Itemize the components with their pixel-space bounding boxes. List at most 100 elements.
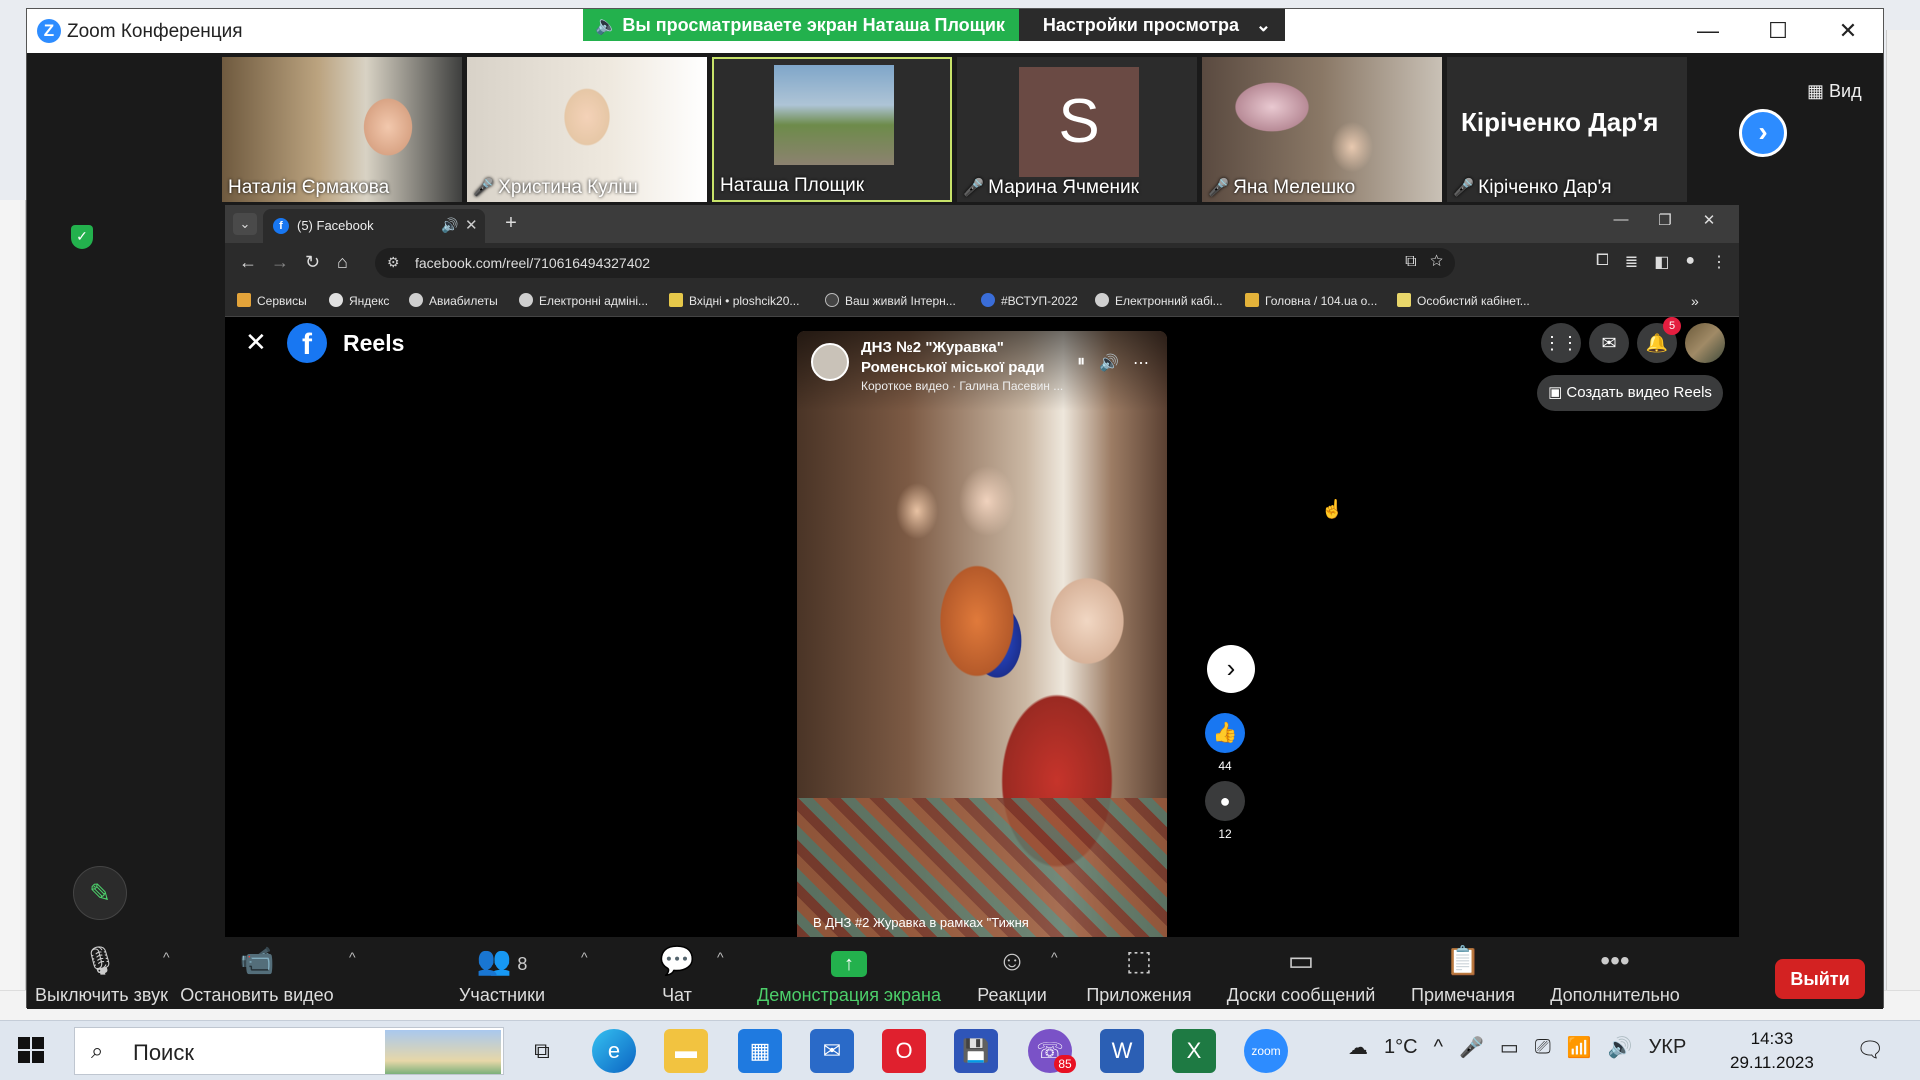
reactions-button[interactable]: ☺ Реакции (967, 945, 1057, 1006)
viber-icon[interactable]: ☏ 85 (1028, 1029, 1076, 1073)
reel-author-avatar[interactable] (811, 343, 849, 381)
annotate-pencil-button[interactable]: ✎ (73, 866, 127, 920)
messenger-icon[interactable]: ✉ (1589, 323, 1629, 363)
profile-avatar-icon[interactable]: ● (1685, 252, 1695, 272)
participant-tile[interactable]: Кіріченко Дар'я 🎤 Кіріченко Дар'я (1447, 57, 1687, 202)
chat-button[interactable]: 💬 Чат (647, 945, 707, 1006)
facebook-logo-icon[interactable]: f (287, 323, 327, 363)
zoom-app-icon[interactable]: zoom (1244, 1029, 1288, 1073)
view-button[interactable]: ▦ Вид (1807, 81, 1862, 102)
tab-close-icon[interactable]: ✕ (465, 216, 478, 234)
browser-tab[interactable]: f (5) Facebook 🔊 ✕ (263, 209, 485, 243)
address-bar[interactable]: ⚙ facebook.com/reel/710616494327402 ⧉ ☆ (375, 248, 1455, 278)
reel-video[interactable]: ДНЗ №2 "Журавка" Роменської міської ради… (797, 331, 1167, 938)
new-tab-icon[interactable]: + (499, 212, 523, 236)
bookmark-item[interactable]: Яндекс (329, 293, 389, 308)
participant-tile-active[interactable]: Наташа Площик (712, 57, 952, 202)
floppy-save-icon[interactable]: 💾 (954, 1029, 998, 1073)
volume-icon[interactable]: 🔊 (1099, 353, 1119, 373)
apps-button[interactable]: ⬚ Приложения (1079, 945, 1199, 1006)
windows-start-icon[interactable] (18, 1037, 44, 1063)
mute-button[interactable]: 🎙 Выключить звук (35, 945, 168, 1006)
display-icon[interactable]: ⎚ (1535, 1036, 1551, 1059)
wifi-icon[interactable]: 📶 (1567, 1035, 1592, 1060)
bookmark-item[interactable]: Вхідні • ploshcik20... (669, 293, 799, 308)
comment-button[interactable]: ● (1205, 781, 1245, 821)
opera-browser-icon[interactable]: O (882, 1029, 926, 1073)
bookmark-item[interactable]: #ВСТУП-2022 (981, 293, 1078, 308)
site-info-icon[interactable]: ⚙ (387, 254, 400, 271)
browser-minimize-icon[interactable]: — (1599, 211, 1643, 229)
bookmark-star-icon[interactable]: ☆ (1430, 253, 1443, 270)
more-button[interactable]: ••• Дополнительно (1545, 945, 1685, 1006)
close-icon[interactable]: ✕ (1813, 9, 1883, 53)
microsoft-store-icon[interactable]: ▦ (738, 1029, 782, 1073)
tab-audio-icon[interactable]: 🔊 (441, 217, 458, 234)
more-bookmarks-icon[interactable]: » (1691, 293, 1699, 309)
excel-icon[interactable]: X (1172, 1029, 1216, 1073)
bookmark-item[interactable]: Електронні адміні... (519, 293, 648, 308)
task-view-icon[interactable]: ⧉ (520, 1029, 564, 1073)
like-button[interactable]: 👍 (1205, 713, 1245, 753)
bookmark-item[interactable]: Електронний кабі... (1095, 293, 1223, 308)
reel-author-line2[interactable]: Роменської міської ради (861, 359, 1044, 376)
share-screen-button[interactable]: ↑ Демонстрация экрана (749, 945, 949, 1006)
sidebar-icon[interactable]: ◧ (1654, 252, 1669, 272)
whiteboards-button[interactable]: ▭ Доски сообщений (1221, 945, 1381, 1006)
leave-meeting-button[interactable]: Выйти (1775, 959, 1865, 999)
view-settings-button[interactable]: Настройки просмотра ⌄ (1018, 9, 1285, 41)
close-reels-icon[interactable]: ✕ (245, 327, 267, 358)
bookmark-item[interactable]: Головна / 104.ua о... (1245, 293, 1377, 308)
pause-icon[interactable]: ⏸ (1077, 353, 1085, 373)
home-icon[interactable]: ⌂ (337, 252, 348, 273)
bookmark-item[interactable]: Особистий кабінет... (1397, 293, 1530, 308)
maximize-icon[interactable]: ☐ (1743, 9, 1813, 53)
security-shield-icon[interactable]: ✓ (71, 225, 93, 249)
notification-center-icon[interactable]: 🗨 (1856, 1037, 1884, 1063)
audio-options-caret-icon[interactable]: ^ (163, 949, 170, 965)
browser-close-icon[interactable]: ✕ (1687, 211, 1731, 229)
participants-options-caret-icon[interactable]: ^ (581, 949, 588, 965)
install-app-icon[interactable]: ⧉ (1405, 253, 1416, 270)
weather-icon[interactable]: ☁ (1348, 1035, 1368, 1060)
microphone-tray-icon[interactable]: 🎤 (1459, 1035, 1484, 1060)
participant-tile[interactable]: S 🎤 Марина Ячменик (957, 57, 1197, 202)
participants-button[interactable]: 👥 8 Участники (447, 945, 557, 1006)
chat-options-caret-icon[interactable]: ^ (717, 949, 724, 965)
tray-overflow-icon[interactable]: ^ (1434, 1036, 1443, 1059)
reel-caption[interactable]: В ДНЗ #2 Журавка в рамках "Тижня (813, 915, 1029, 930)
taskbar-search[interactable]: ⌕ Поиск (74, 1027, 504, 1075)
menu-kebab-icon[interactable]: ⋮ (1711, 252, 1727, 272)
reload-icon[interactable]: ↻ (305, 252, 320, 273)
volume-tray-icon[interactable]: 🔊 (1608, 1035, 1633, 1060)
next-participants-button[interactable]: › (1739, 109, 1787, 157)
weather-temp[interactable]: 1°C (1384, 1036, 1418, 1059)
create-reel-button[interactable]: ▣ Создать видео Reels (1537, 375, 1723, 411)
more-options-icon[interactable]: ⋯ (1133, 353, 1149, 373)
bookmark-item[interactable]: Ваш живий Інтерн... (825, 293, 956, 308)
browser-restore-icon[interactable]: ❐ (1643, 211, 1687, 229)
bookmark-item[interactable]: Авиабилеты (409, 293, 498, 308)
stop-video-button[interactable]: 📹 Остановить видео (177, 945, 337, 1006)
reel-author-line1[interactable]: ДНЗ №2 "Журавка" (861, 339, 1004, 356)
video-options-caret-icon[interactable]: ^ (349, 949, 356, 965)
menu-grid-icon[interactable]: ⋮⋮ (1541, 323, 1581, 363)
extensions-icon[interactable]: ⧠ (1596, 252, 1609, 272)
participant-tile[interactable]: Наталія Єрмакова (222, 57, 462, 202)
word-icon[interactable]: W (1100, 1029, 1144, 1073)
mail-icon[interactable]: ✉ (810, 1029, 854, 1073)
next-reel-button[interactable]: › (1207, 645, 1255, 693)
media-controls-icon[interactable]: ≣ (1625, 252, 1638, 272)
language-indicator[interactable]: УКР (1649, 1036, 1687, 1059)
file-explorer-icon[interactable]: ▬ (664, 1029, 708, 1073)
minimize-icon[interactable]: — (1673, 9, 1743, 53)
tab-search-icon[interactable]: ⌄ (233, 213, 257, 235)
reactions-options-caret-icon[interactable]: ^ (1051, 949, 1058, 965)
forward-arrow-icon[interactable]: → (271, 252, 289, 273)
participant-tile[interactable]: 🎤 Яна Мелешко (1202, 57, 1442, 202)
profile-avatar[interactable] (1685, 323, 1725, 363)
edge-browser-icon[interactable]: e (592, 1029, 636, 1073)
notes-button[interactable]: 📋 Примечания (1401, 945, 1525, 1006)
taskbar-clock[interactable]: 14:33 29.11.2023 (1730, 1027, 1814, 1075)
notifications-bell-icon[interactable]: 🔔 5 (1637, 317, 1681, 363)
